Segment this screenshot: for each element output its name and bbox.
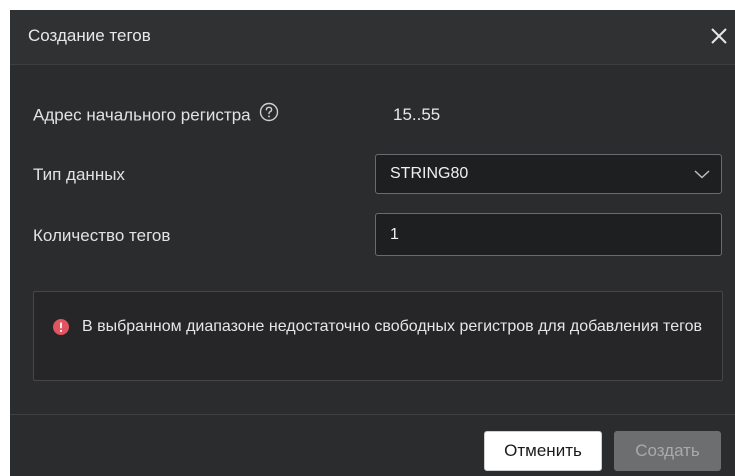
error-alert: В выбранном диапазоне недостаточно свобо… — [33, 291, 723, 381]
question-circle-icon[interactable] — [259, 102, 279, 127]
dialog-footer: Отменить Создать — [10, 414, 735, 476]
data-type-selected-value: STRING80 — [390, 165, 469, 182]
tag-count-label: Количество тегов — [33, 226, 171, 245]
chevron-down-icon — [693, 167, 711, 186]
error-icon — [53, 319, 69, 340]
data-type-select[interactable]: STRING80 — [375, 154, 722, 194]
dialog-title: Создание тегов — [28, 26, 151, 45]
data-type-label: Тип данных — [33, 165, 125, 184]
close-icon[interactable] — [705, 22, 733, 50]
create-tags-dialog: Создание тегов Адрес начального регистра… — [10, 10, 735, 476]
start-register-row: Адрес начального регистра — [33, 102, 279, 127]
cancel-button[interactable]: Отменить — [484, 431, 602, 471]
start-register-value: 15..55 — [393, 105, 441, 124]
start-register-label: Адрес начального регистра — [33, 105, 251, 125]
error-message: В выбранном диапазоне недостаточно свобо… — [82, 318, 702, 335]
tag-count-input[interactable] — [375, 213, 722, 256]
dialog-titlebar: Создание тегов — [10, 10, 735, 65]
create-button[interactable]: Создать — [614, 431, 721, 471]
